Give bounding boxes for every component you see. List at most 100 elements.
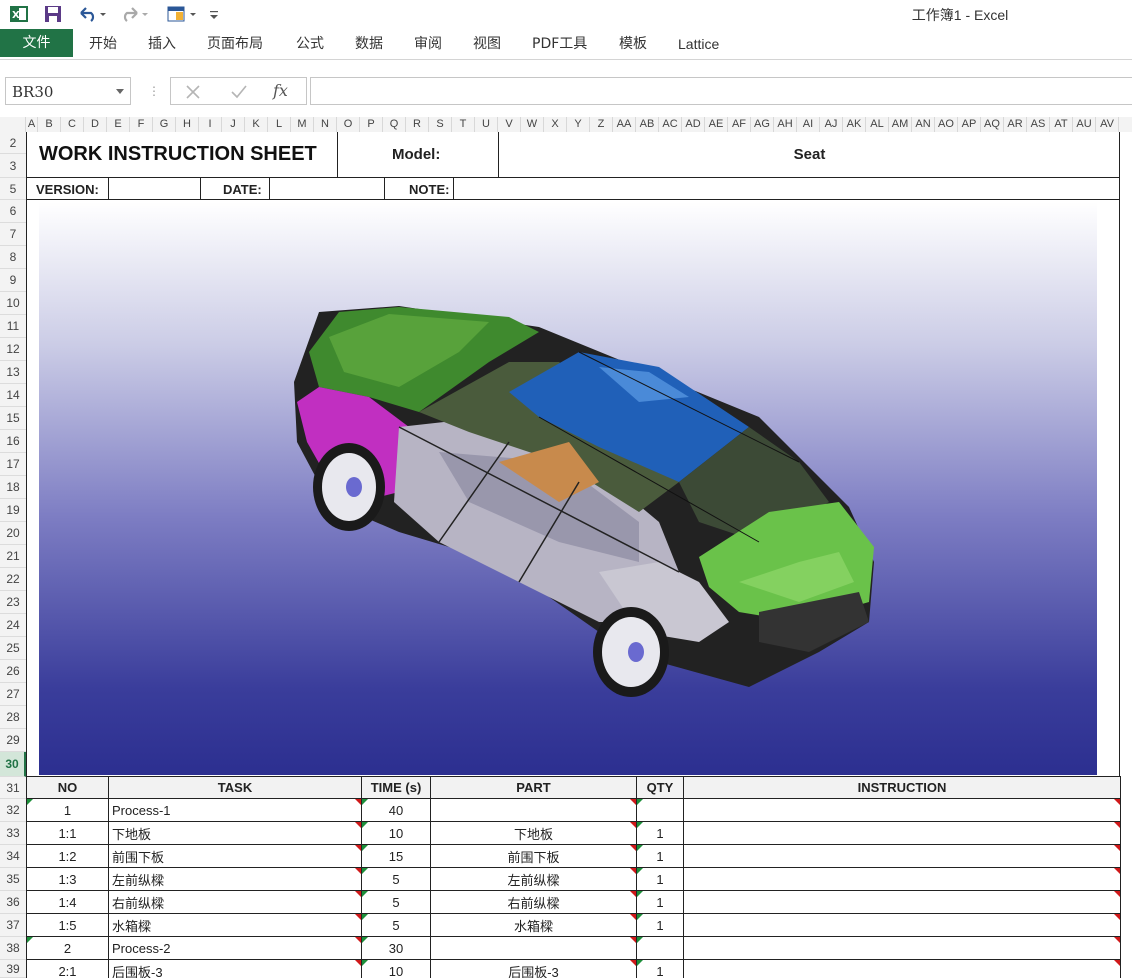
- column-header-z[interactable]: Z: [590, 117, 613, 132]
- cell-task[interactable]: Process-1: [108, 798, 362, 822]
- cell-task[interactable]: 前围下板: [108, 844, 362, 868]
- row-header-30[interactable]: 30: [0, 752, 26, 777]
- cell-part[interactable]: 下地板: [430, 821, 637, 845]
- comment-indicator-icon[interactable]: [355, 845, 361, 851]
- error-indicator-icon[interactable]: [362, 914, 368, 920]
- cell-part[interactable]: [430, 798, 637, 822]
- error-indicator-icon[interactable]: [637, 845, 643, 851]
- sheet-title[interactable]: WORK INSTRUCTION SHEET: [39, 143, 317, 166]
- error-indicator-icon[interactable]: [362, 937, 368, 943]
- row-header-6[interactable]: 6: [0, 200, 26, 223]
- comment-indicator-icon[interactable]: [355, 937, 361, 943]
- header-time-s[interactable]: TIME (s): [361, 776, 431, 799]
- cell-no[interactable]: 1:2: [26, 844, 109, 868]
- row-header-28[interactable]: 28: [0, 706, 26, 729]
- cell-no[interactable]: 1:5: [26, 913, 109, 937]
- row-header-9[interactable]: 9: [0, 269, 26, 292]
- comment-indicator-icon[interactable]: [630, 845, 636, 851]
- column-header-o[interactable]: O: [337, 117, 360, 132]
- tab-page-layout[interactable]: 页面布局: [199, 30, 271, 58]
- excel-logo-icon[interactable]: X: [8, 4, 30, 24]
- column-header-ap[interactable]: AP: [958, 117, 981, 132]
- row-header-13[interactable]: 13: [0, 361, 26, 384]
- undo-icon[interactable]: [76, 4, 108, 24]
- formula-input[interactable]: [310, 77, 1132, 105]
- cell-instruction[interactable]: [683, 890, 1121, 914]
- comment-indicator-icon[interactable]: [630, 937, 636, 943]
- column-header-au[interactable]: AU: [1073, 117, 1096, 132]
- error-indicator-icon[interactable]: [27, 799, 33, 805]
- error-indicator-icon[interactable]: [362, 891, 368, 897]
- comment-indicator-icon[interactable]: [1114, 799, 1120, 805]
- cell-part[interactable]: [430, 936, 637, 960]
- column-header-ar[interactable]: AR: [1004, 117, 1027, 132]
- column-header-b[interactable]: B: [38, 117, 61, 132]
- row-header-31[interactable]: 31: [0, 777, 26, 799]
- cell-time[interactable]: 5: [361, 913, 431, 937]
- cell-task[interactable]: 后围板-3: [108, 959, 362, 978]
- cell-instruction[interactable]: [683, 798, 1121, 822]
- cell-time[interactable]: 30: [361, 936, 431, 960]
- tab-formulas[interactable]: 公式: [288, 30, 332, 58]
- cell-time[interactable]: 10: [361, 821, 431, 845]
- date-label[interactable]: DATE:: [223, 182, 262, 197]
- column-header-aq[interactable]: AQ: [981, 117, 1004, 132]
- cell-qty[interactable]: 1: [636, 844, 684, 868]
- row-header-27[interactable]: 27: [0, 683, 26, 706]
- cell-no[interactable]: 1:3: [26, 867, 109, 891]
- tab-view[interactable]: 视图: [465, 30, 509, 58]
- note-label[interactable]: NOTE:: [409, 182, 449, 197]
- comment-indicator-icon[interactable]: [355, 822, 361, 828]
- row-header-38[interactable]: 38: [0, 937, 26, 960]
- cell-time[interactable]: 5: [361, 890, 431, 914]
- cell-instruction[interactable]: [683, 959, 1121, 978]
- tab-data[interactable]: 数据: [347, 30, 391, 58]
- column-header-d[interactable]: D: [84, 117, 107, 132]
- column-header-ai[interactable]: AI: [797, 117, 820, 132]
- tab-lattice[interactable]: Lattice: [670, 30, 727, 58]
- comment-indicator-icon[interactable]: [630, 822, 636, 828]
- more-options-icon[interactable]: ⋮: [148, 84, 160, 98]
- comment-indicator-icon[interactable]: [1114, 914, 1120, 920]
- column-header-ak[interactable]: AK: [843, 117, 866, 132]
- row-header-39[interactable]: 39: [0, 960, 26, 978]
- tab-file[interactable]: 文件: [0, 29, 73, 57]
- header-qty[interactable]: QTY: [636, 776, 684, 799]
- column-header-h[interactable]: H: [176, 117, 199, 132]
- error-indicator-icon[interactable]: [637, 937, 643, 943]
- column-header-e[interactable]: E: [107, 117, 130, 132]
- row-header-11[interactable]: 11: [0, 315, 26, 338]
- cell-instruction[interactable]: [683, 913, 1121, 937]
- column-header-j[interactable]: J: [222, 117, 245, 132]
- customize-icon[interactable]: [164, 4, 202, 24]
- row-header-10[interactable]: 10: [0, 292, 26, 315]
- header-instruction[interactable]: INSTRUCTION: [683, 776, 1121, 799]
- error-indicator-icon[interactable]: [637, 799, 643, 805]
- comment-indicator-icon[interactable]: [1114, 822, 1120, 828]
- row-header-29[interactable]: 29: [0, 729, 26, 752]
- cell-part[interactable]: 前围下板: [430, 844, 637, 868]
- cell-instruction[interactable]: [683, 867, 1121, 891]
- row-header-35[interactable]: 35: [0, 868, 26, 891]
- error-indicator-icon[interactable]: [637, 914, 643, 920]
- column-header-as[interactable]: AS: [1027, 117, 1050, 132]
- column-header-am[interactable]: AM: [889, 117, 912, 132]
- column-header-s[interactable]: S: [429, 117, 452, 132]
- error-indicator-icon[interactable]: [362, 868, 368, 874]
- header-no[interactable]: NO: [26, 776, 109, 799]
- cell-qty[interactable]: 1: [636, 821, 684, 845]
- redo-icon[interactable]: [118, 4, 150, 24]
- row-header-20[interactable]: 20: [0, 522, 26, 545]
- comment-indicator-icon[interactable]: [630, 960, 636, 966]
- cell-no[interactable]: 1:4: [26, 890, 109, 914]
- error-indicator-icon[interactable]: [362, 845, 368, 851]
- select-all-corner[interactable]: [0, 117, 26, 132]
- column-header-al[interactable]: AL: [866, 117, 889, 132]
- cell-qty[interactable]: 1: [636, 959, 684, 978]
- save-icon[interactable]: [42, 4, 64, 24]
- header-part[interactable]: PART: [430, 776, 637, 799]
- column-header-t[interactable]: T: [452, 117, 475, 132]
- cell-instruction[interactable]: [683, 936, 1121, 960]
- row-header-23[interactable]: 23: [0, 591, 26, 614]
- row-header-34[interactable]: 34: [0, 845, 26, 868]
